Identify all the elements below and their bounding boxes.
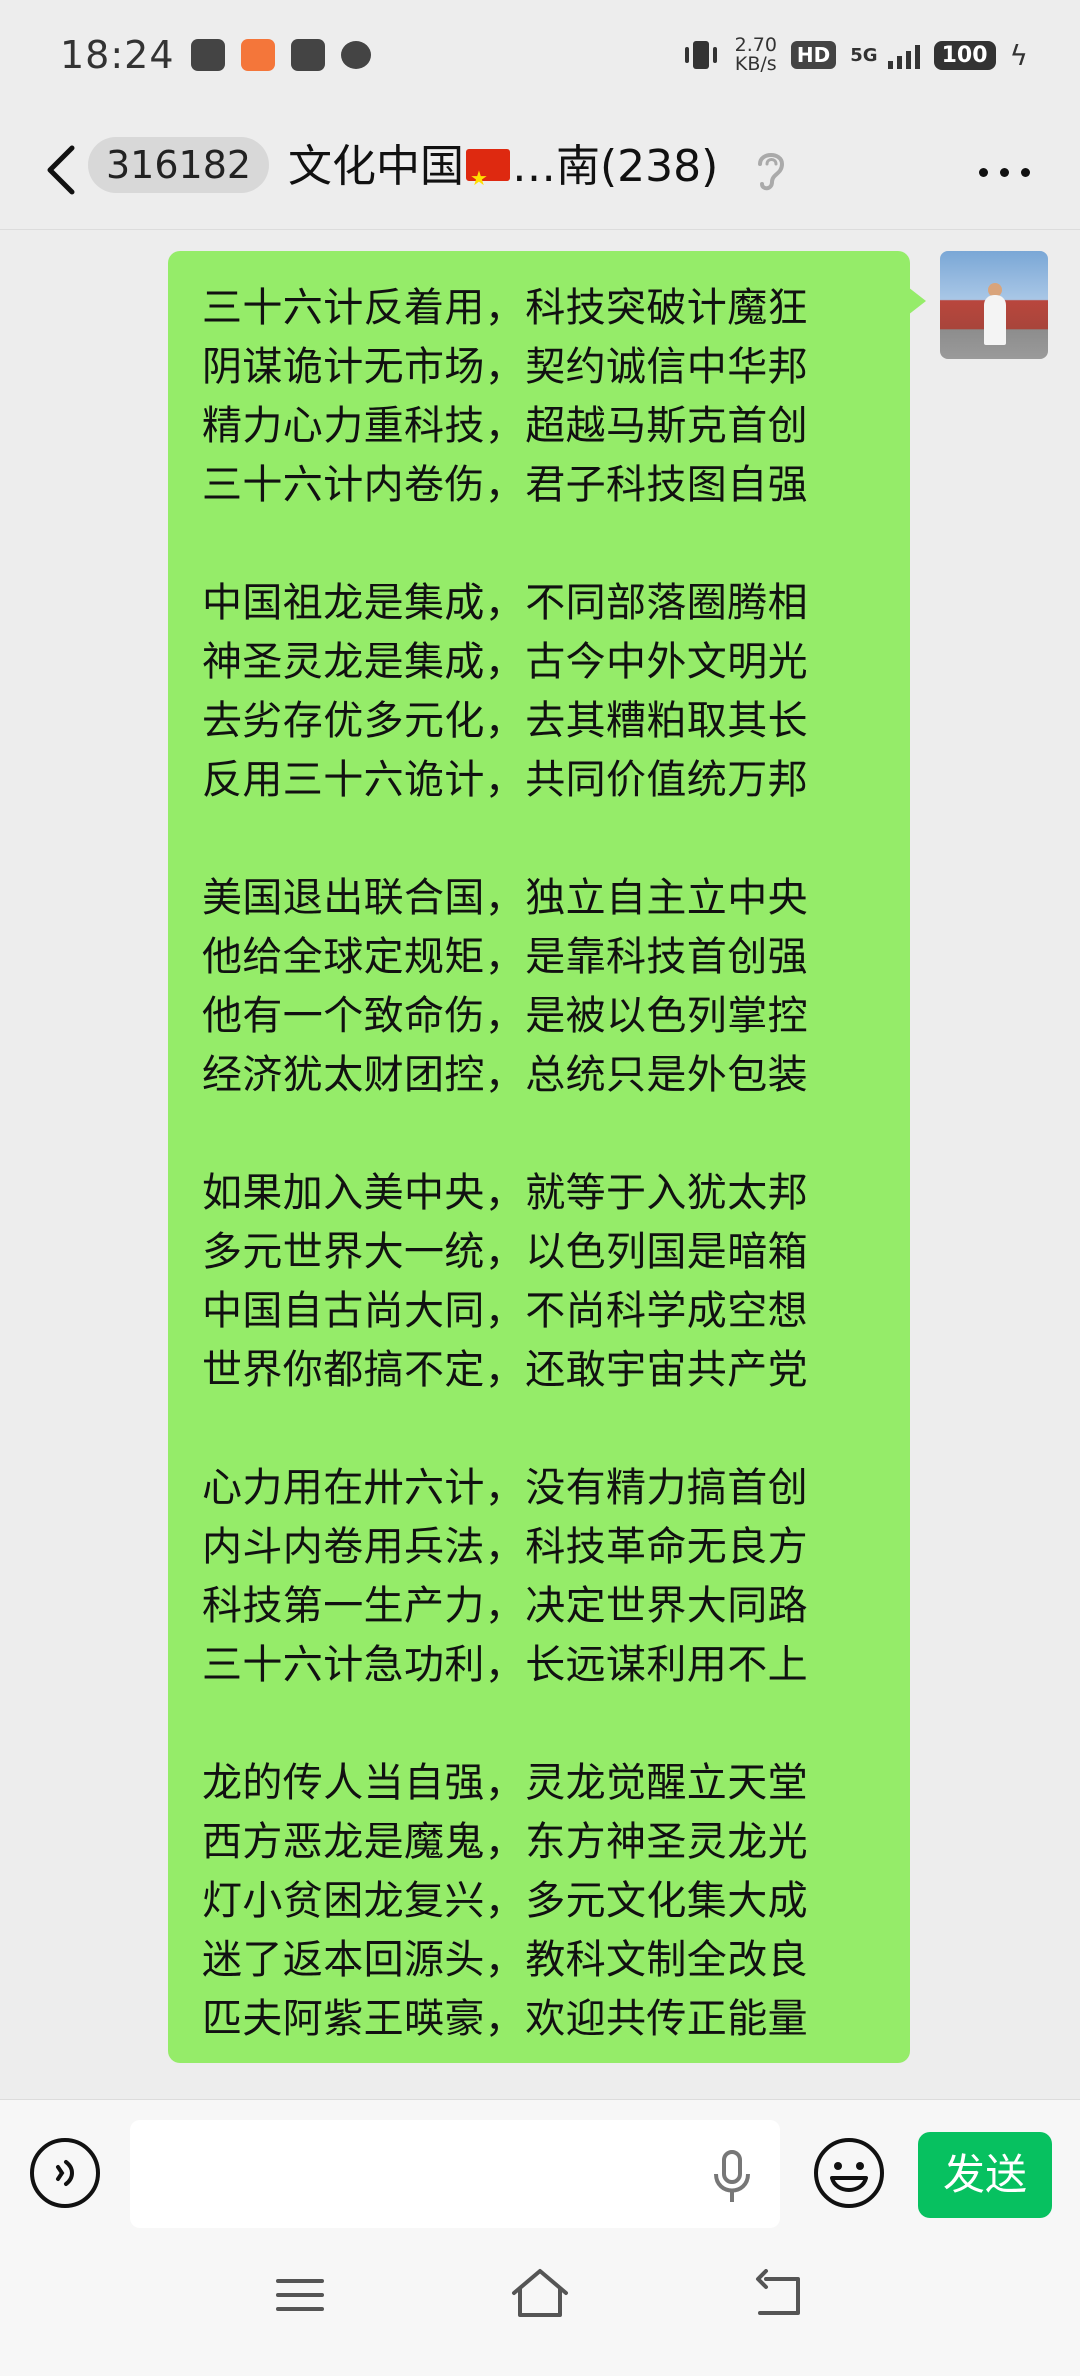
earpiece-mode-icon [758, 153, 785, 191]
message-line: 神圣灵龙是集成，古今中外文明光 [202, 639, 808, 685]
message-line: 灯小贫困龙复兴，多元文化集大成 [202, 1878, 808, 1924]
message-line: 三十六计内卷伤，君子科技图自强 [202, 462, 808, 508]
message-line: 龙的传人当自强，灵龙觉醒立天堂 [202, 1760, 808, 1806]
home-icon[interactable] [510, 2267, 570, 2319]
voice-input-icon[interactable] [28, 2136, 102, 2210]
message-stanza: 三十六计反着用，科技突破计魔狂 阴谋诡计无市场，契约诚信中华邦 精力心力重科技，… [202, 279, 878, 515]
message-line: 反用三十六诡计，共同价值统万邦 [202, 757, 808, 803]
signal-icon [887, 41, 920, 69]
more-options-icon[interactable] [979, 168, 1030, 177]
network-speed: 2.70 KB/s [735, 36, 777, 74]
message-bubble[interactable]: 三十六计反着用，科技突破计魔狂 阴谋诡计无市场，契约诚信中华邦 精力心力重科技，… [168, 251, 926, 2063]
chat-title-text: 文化中国 [288, 141, 464, 192]
avatar-figure [984, 295, 1006, 345]
message-line: 他有一个致命伤，是被以色列掌控 [202, 993, 808, 1039]
back-nav-icon[interactable] [752, 2269, 804, 2319]
message-line: 心力用在卅六计，没有精力搞首创 [202, 1465, 808, 1511]
unread-count-badge[interactable]: 316182 [88, 137, 270, 193]
sender-avatar[interactable] [940, 251, 1048, 359]
status-left: 18:24 [60, 33, 371, 77]
message-stanza: 如果加入美中央，就等于入犹太邦 多元世界大一统，以色列国是暗箱 中国自古尚大同，… [202, 1164, 878, 1400]
message-line: 中国祖龙是集成，不同部落圈腾相 [202, 580, 808, 626]
message-line: 迷了返本回源头，教科文制全改良 [202, 1937, 808, 1983]
message-input[interactable] [130, 2120, 780, 2228]
status-bar: 18:24 2.70 KB/s HD 5G 100 ϟ [0, 0, 1080, 110]
vibrate-icon [684, 41, 717, 69]
message-line: 他给全球定规矩，是靠科技首创强 [202, 934, 808, 980]
message-line: 阴谋诡计无市场，契约诚信中华邦 [202, 344, 808, 390]
message-line: 匹夫阿紫王暎豪，欢迎共传正能量 [202, 1996, 808, 2042]
message-line: 美国退出联合国，独立自主立中央 [202, 875, 808, 921]
network-speed-unit: KB/s [734, 53, 777, 75]
message-stanza: 龙的传人当自强，灵龙觉醒立天堂 西方恶龙是魔鬼，东方神圣灵龙光 灯小贫困龙复兴，… [202, 1754, 878, 2049]
message-line: 西方恶龙是魔鬼，东方神圣灵龙光 [202, 1819, 808, 1865]
system-nav-bar [0, 2229, 1080, 2376]
message-stanza: 心力用在卅六计，没有精力搞首创 内斗内卷用兵法，科技革命无良方 科技第一生产力，… [202, 1459, 878, 1695]
notification-calendar-icon [290, 39, 325, 71]
message-line: 经济犹太财团控，总统只是外包装 [202, 1052, 808, 1098]
status-time: 18:24 [60, 33, 175, 77]
message-line: 三十六计急功利，长远谋利用不上 [202, 1642, 808, 1688]
hd-badge: HD [790, 41, 837, 69]
notification-chat-icon [340, 41, 371, 69]
microphone-icon[interactable] [712, 2148, 752, 2204]
status-right: 2.70 KB/s HD 5G 100 ϟ [681, 36, 1028, 74]
message-line: 多元世界大一统，以色列国是暗箱 [202, 1229, 808, 1275]
chat-messages[interactable]: 三十六计反着用，科技突破计魔狂 阴谋诡计无市场，契约诚信中华邦 精力心力重科技，… [0, 231, 1080, 2099]
message-line: 中国自古尚大同，不尚科学成空想 [202, 1288, 808, 1334]
chat-header: 316182 文化中国 …南(238) [0, 110, 1080, 230]
chat-title-suffix: …南(238) [512, 141, 719, 192]
message-line: 内斗内卷用兵法，科技革命无良方 [202, 1524, 808, 1570]
send-button[interactable]: 发送 [918, 2132, 1052, 2218]
message-stanza: 中国祖龙是集成，不同部落圈腾相 神圣灵龙是集成，古今中外文明光 去劣存优多元化，… [202, 574, 878, 810]
network-type: 5G [850, 44, 878, 66]
notification-app-icon [190, 39, 225, 71]
notification-shop-icon [240, 39, 275, 71]
message-line: 三十六计反着用，科技突破计魔狂 [202, 285, 808, 331]
message-line: 世界你都搞不定，还敢宇宙共产党 [202, 1347, 808, 1393]
back-arrow-icon[interactable] [42, 140, 82, 200]
message-line: 去劣存优多元化，去其糟粕取其长 [202, 698, 808, 744]
message-line: 精力心力重科技，超越马斯克首创 [202, 403, 808, 449]
menu-icon[interactable] [276, 2275, 324, 2315]
message-line: 科技第一生产力，决定世界大同路 [202, 1583, 808, 1629]
battery-level: 100 [933, 40, 996, 70]
message-line: 如果加入美中央，就等于入犹太邦 [202, 1170, 808, 1216]
chat-title[interactable]: 文化中国 …南(238) [288, 134, 719, 211]
input-bar: 发送 [0, 2099, 1080, 2229]
message-stanza: 美国退出联合国，独立自主立中央 他给全球定规矩，是靠科技首创强 他有一个致命伤，… [202, 869, 878, 1105]
charging-icon: ϟ [1009, 38, 1028, 72]
emoji-icon[interactable] [812, 2136, 886, 2210]
china-flag-icon [466, 145, 510, 211]
